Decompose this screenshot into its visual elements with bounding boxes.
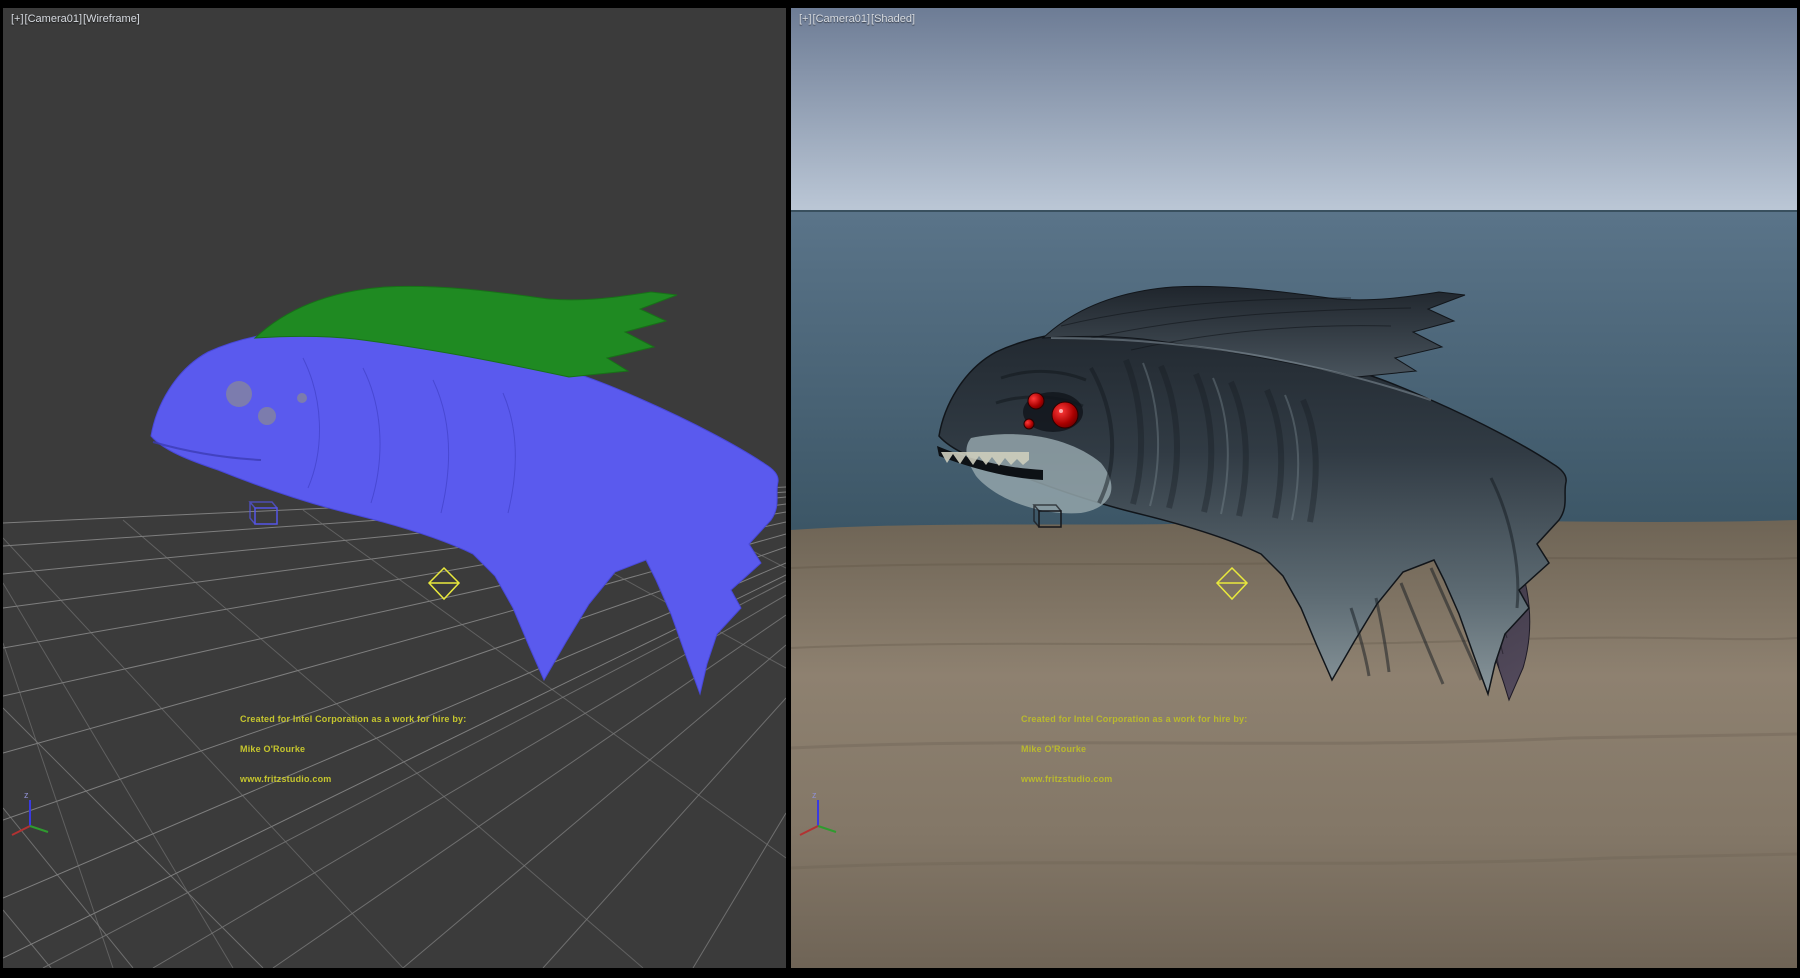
horizon-line [791,210,1797,212]
axis-z-label: z [812,790,817,800]
viewport-pov-menu[interactable]: [Camera01] [25,13,82,25]
viewport-shaded[interactable]: z [+] [Camera01] [Shaded] Created for In… [791,8,1797,968]
box-helper[interactable] [250,502,277,524]
wireframe-scene[interactable]: z [3,8,786,968]
diamond-helper[interactable] [429,568,459,599]
eye-highlight [1059,409,1063,413]
viewport-shading-menu[interactable]: [Wireframe] [83,13,140,25]
world-axis-gizmo: z [12,790,48,835]
fish-eye-mid [1028,393,1044,409]
viewport-wireframe[interactable]: z [+] [Camera01] [Wireframe] Created for… [3,8,786,968]
shaded-scene[interactable]: z [791,8,1797,968]
fish-eye-large [1052,402,1078,428]
axis-z-label: z [24,790,29,800]
viewport-pov-menu[interactable]: [Camera01] [813,13,870,25]
fish-model[interactable] [151,286,778,694]
viewport-general-menu[interactable]: [+] [11,13,24,25]
fish-eye-small [1024,419,1034,429]
sky [791,8,1797,210]
viewport-general-menu[interactable]: [+] [799,13,812,25]
viewport-label-right: [+] [Camera01] [Shaded] [799,13,915,25]
viewport-label-left: [+] [Camera01] [Wireframe] [11,13,140,25]
viewport-shading-menu[interactable]: [Shaded] [871,13,915,25]
dual-viewport-area: z [+] [Camera01] [Wireframe] Created for… [0,0,1800,978]
